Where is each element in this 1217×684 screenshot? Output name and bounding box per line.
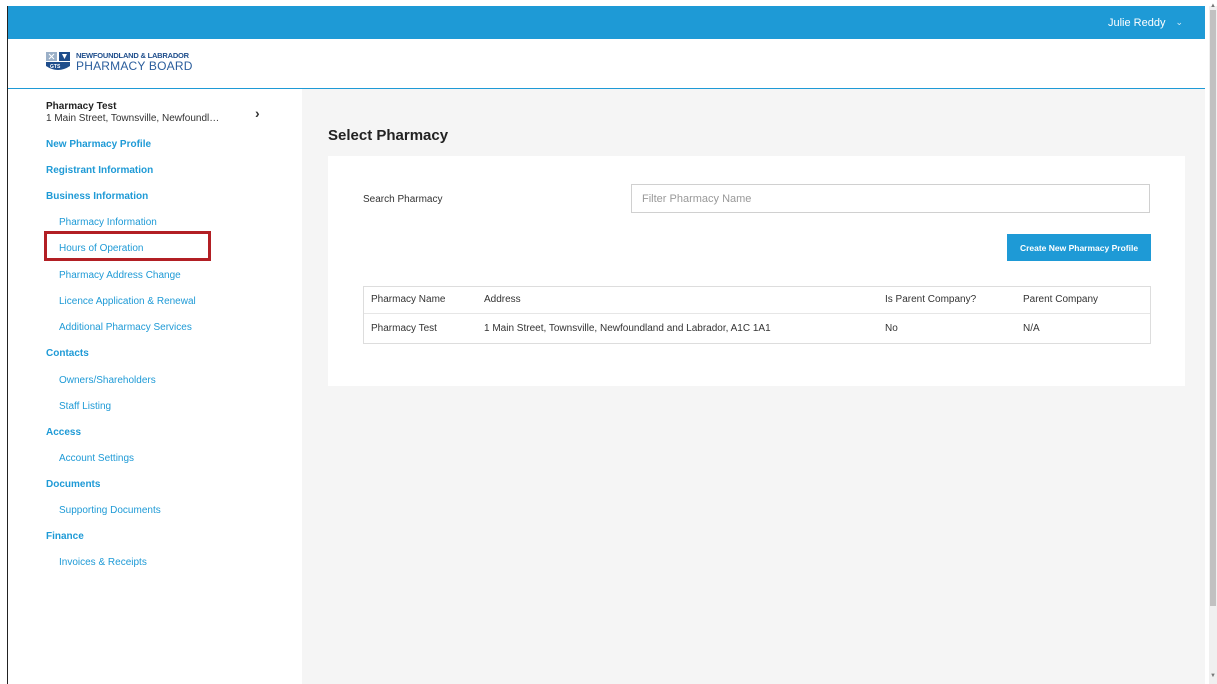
user-name[interactable]: Julie Reddy: [1108, 17, 1165, 29]
logo-text: NEWFOUNDLAND & LABRADOR PHARMACY BOARD: [76, 52, 193, 73]
highlight-annotation-box: [44, 231, 211, 261]
shield-logo-icon: GTS: [46, 52, 70, 70]
user-menu[interactable]: Julie Reddy ⌄: [1108, 6, 1183, 39]
window-edge: [7, 6, 8, 684]
logo-line2: PHARMACY BOARD: [76, 59, 193, 74]
select-pharmacy-card: Search Pharmacy Create New Pharmacy Prof…: [328, 156, 1185, 386]
column-header[interactable]: Parent Company: [1023, 294, 1098, 305]
nav-documents[interactable]: Documents: [46, 479, 100, 490]
chevron-right-icon[interactable]: ›: [255, 105, 260, 121]
column-header[interactable]: Pharmacy Name: [371, 294, 445, 305]
nav-invoices-receipts[interactable]: Invoices & Receipts: [59, 557, 147, 568]
column-header[interactable]: Address: [484, 294, 521, 305]
nav-registrant-information[interactable]: Registrant Information: [46, 165, 153, 176]
page-title: Select Pharmacy: [328, 127, 449, 144]
app-window: Julie Reddy ⌄ GTS NEWFOUNDLAND & LABRADO…: [7, 6, 1205, 684]
current-pharmacy-name: Pharmacy Test: [46, 101, 117, 112]
nav-new-pharmacy-profile[interactable]: New Pharmacy Profile: [46, 139, 151, 150]
logo-line1: NEWFOUNDLAND & LABRADOR: [76, 50, 189, 60]
cell-address[interactable]: 1 Main Street, Townsville, Newfoundland …: [484, 323, 771, 334]
current-pharmacy-address: 1 Main Street, Townsville, Newfoundla...: [46, 113, 221, 124]
table-header-row: Pharmacy Name Address Is Parent Company?…: [364, 287, 1150, 314]
nav-additional-pharmacy-services[interactable]: Additional Pharmacy Services: [59, 322, 192, 333]
cell-pharmacy-name[interactable]: Pharmacy Test: [371, 323, 437, 334]
sidebar: Pharmacy Test 1 Main Street, Townsville,…: [7, 89, 302, 684]
nav-owners-shareholders[interactable]: Owners/Shareholders: [59, 375, 156, 386]
table-row[interactable]: Pharmacy Test 1 Main Street, Townsville,…: [364, 314, 1150, 344]
nav-licence-application-renewal[interactable]: Licence Application & Renewal: [59, 296, 196, 307]
search-input[interactable]: [631, 184, 1150, 213]
column-header[interactable]: Is Parent Company?: [885, 294, 976, 305]
nav-business-information[interactable]: Business Information: [46, 191, 148, 202]
logo[interactable]: GTS NEWFOUNDLAND & LABRADOR PHARMACY BOA…: [45, 51, 193, 73]
nav-account-settings[interactable]: Account Settings: [59, 453, 134, 464]
create-new-pharmacy-profile-button[interactable]: Create New Pharmacy Profile: [1007, 234, 1151, 261]
nav-finance[interactable]: Finance: [46, 531, 84, 542]
search-label: Search Pharmacy: [363, 194, 443, 205]
chevron-down-icon[interactable]: ⌄: [1175, 17, 1183, 28]
nav-supporting-documents[interactable]: Supporting Documents: [59, 505, 161, 516]
scrollbar-thumb[interactable]: [1210, 10, 1216, 606]
cell-is-parent-company[interactable]: No: [885, 323, 898, 334]
pharmacy-table: Pharmacy Name Address Is Parent Company?…: [363, 286, 1151, 344]
svg-text:GTS: GTS: [50, 64, 61, 70]
scroll-down-arrow-icon[interactable]: ▼: [1210, 673, 1216, 679]
top-bar: Julie Reddy ⌄: [7, 6, 1205, 39]
nav-access[interactable]: Access: [46, 427, 81, 438]
nav-pharmacy-address-change[interactable]: Pharmacy Address Change: [59, 270, 181, 281]
nav-contacts[interactable]: Contacts: [46, 348, 89, 359]
header: GTS NEWFOUNDLAND & LABRADOR PHARMACY BOA…: [7, 39, 1205, 89]
scroll-up-arrow-icon[interactable]: ▲: [1210, 3, 1216, 9]
nav-staff-listing[interactable]: Staff Listing: [59, 401, 111, 412]
main-content: Select Pharmacy Search Pharmacy Create N…: [302, 89, 1205, 684]
cell-parent-company[interactable]: N/A: [1023, 323, 1040, 334]
nav-pharmacy-information[interactable]: Pharmacy Information: [59, 217, 157, 228]
